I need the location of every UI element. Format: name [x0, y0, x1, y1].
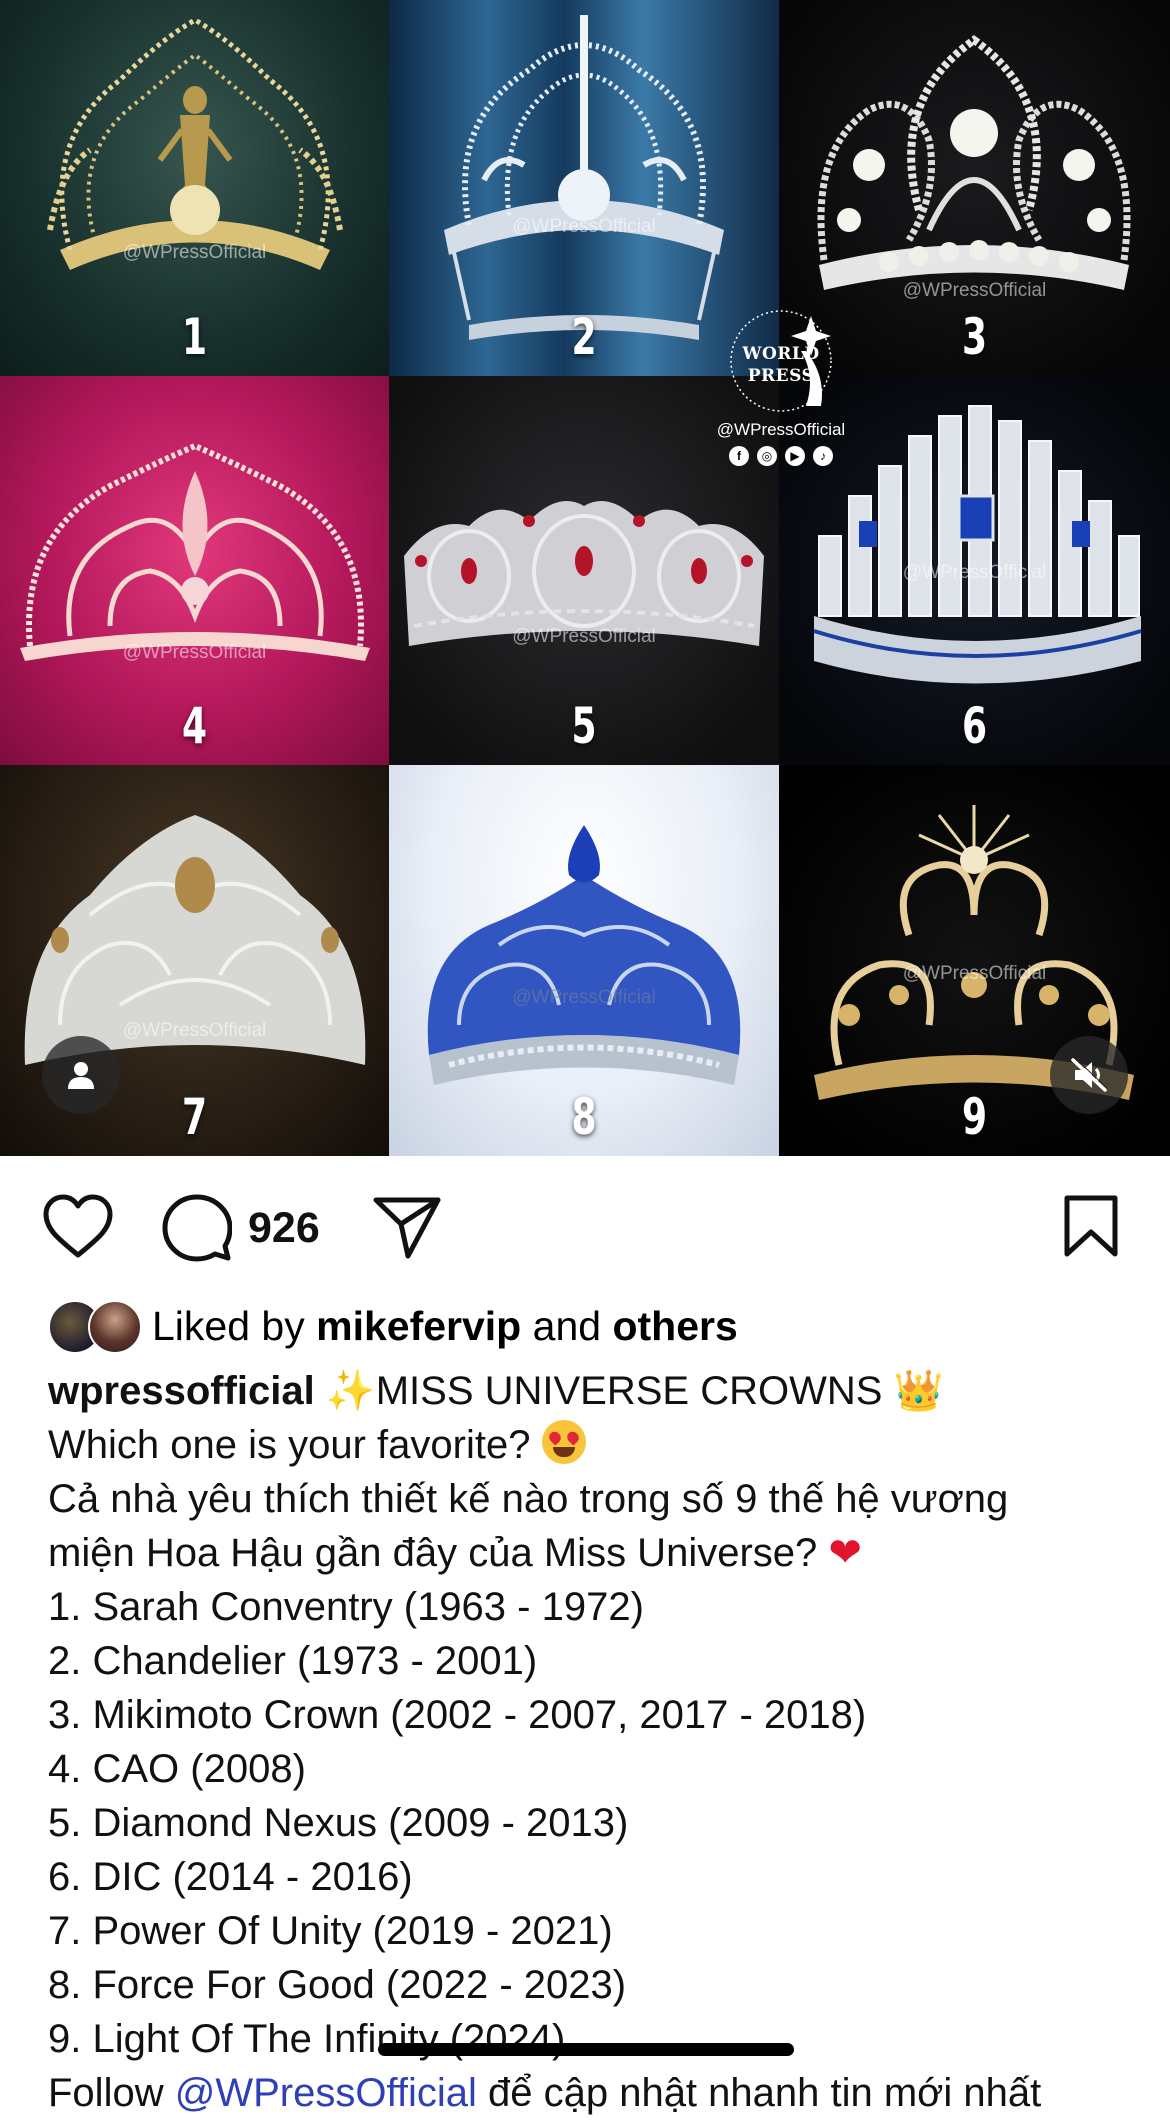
liker-avatars: [48, 1300, 144, 1354]
liked-by-prefix: Liked by: [152, 1302, 305, 1349]
speaker-muted-icon: [1071, 1057, 1108, 1092]
like-button[interactable]: [42, 1194, 114, 1260]
crown-number-label: 6: [961, 697, 988, 755]
world-press-logo: WORLD PRESS @WPressOfficial f ◎ ▶ ♪: [708, 306, 854, 476]
liked-by-joiner: and: [532, 1302, 602, 1349]
crown-image-8: @WPressOfficial 8: [389, 765, 779, 1156]
logo-emblem: WORLD PRESS: [726, 306, 836, 416]
crown-number-label: 8: [571, 1088, 597, 1146]
home-indicator[interactable]: [378, 2043, 794, 2056]
avatar: [88, 1300, 142, 1354]
crown-emoji: 👑: [893, 1368, 944, 1414]
crown-number-label: 4: [181, 697, 208, 755]
crown-number-label: 5: [571, 697, 597, 755]
liked-by-user-link[interactable]: mikefervip: [316, 1303, 521, 1350]
heart-eyes-emoji-icon: [541, 1420, 586, 1464]
crown-image-4: @WPressOfficial 4: [0, 376, 389, 765]
watermark: @WPressOfficial: [512, 216, 656, 237]
caption-question-vi-1: Cả nhà yêu thích thiết kế nào trong số 9…: [48, 1477, 1009, 1521]
crown-list-item: 3. Mikimoto Crown (2002 - 2007, 2017 - 2…: [48, 1693, 867, 1737]
watermark: @WPressOfficial: [122, 242, 267, 263]
crown-number-label: 2: [571, 308, 597, 366]
mention-link[interactable]: @WPressOfficial: [175, 2071, 477, 2115]
watermark: @WPressOfficial: [902, 562, 1047, 583]
logo-social-icons: f ◎ ▶ ♪: [708, 446, 854, 466]
comment-button[interactable]: 926: [162, 1194, 320, 1262]
crown-list-item: 6. DIC (2014 - 2016): [48, 1855, 413, 1899]
watermark: @WPressOfficial: [122, 1020, 267, 1041]
crown-list-item: 2. Chandelier (1973 - 2001): [48, 1639, 538, 1683]
caption-question-vi-text: miện Hoa Hậu gần đây của Miss Universe?: [48, 1531, 818, 1575]
mute-audio-button[interactable]: [1050, 1036, 1128, 1114]
post-action-bar: 926: [0, 1156, 1170, 1304]
caption-title: MISS UNIVERSE CROWNS: [375, 1369, 883, 1413]
comment-count: 926: [248, 1203, 320, 1252]
caption-follow-line: Follow @WPressOfficial để cập nhật nhanh…: [48, 2066, 1138, 2120]
watermark: @WPressOfficial: [122, 642, 267, 663]
watermark: @WPressOfficial: [902, 280, 1047, 301]
crown-list-item: 7. Power Of Unity (2019 - 2021): [48, 1909, 613, 1953]
follow-prefix: Follow: [48, 2071, 164, 2115]
bookmark-icon: [1064, 1195, 1118, 1257]
caption-question-text: Which one is your favorite?: [48, 1423, 531, 1467]
crown-list-item: 8. Force For Good (2022 - 2023): [48, 1963, 627, 2007]
red-heart-emoji: ❤: [828, 1530, 862, 1576]
liked-by-row[interactable]: Liked by mikefervip and others: [48, 1300, 738, 1354]
sparkles-emoji: ✨: [325, 1368, 376, 1414]
facebook-icon: f: [729, 446, 749, 466]
person-icon: [68, 1062, 94, 1089]
post-caption: wpressofficial ✨MISS UNIVERSE CROWNS 👑 W…: [48, 1364, 1138, 2120]
crown-list-item: 4. CAO (2008): [48, 1747, 306, 1791]
watermark: @WPressOfficial: [902, 963, 1047, 984]
save-button[interactable]: [1062, 1194, 1120, 1258]
crown-number-label: 3: [961, 308, 988, 366]
share-button[interactable]: [372, 1194, 442, 1260]
crown-list-item: 5. Diamond Nexus (2009 - 2013): [48, 1801, 629, 1845]
caption-title-line: wpressofficial ✨MISS UNIVERSE CROWNS 👑: [48, 1364, 1138, 1418]
crown-image-1: @WPressOfficial 1: [0, 0, 389, 376]
post-image-carousel[interactable]: @WPressOfficial 1 @WPressOfficial 2 @WPr…: [0, 0, 1170, 1156]
watermark: @WPressOfficial: [512, 987, 656, 1008]
liked-by-others-link[interactable]: others: [612, 1303, 737, 1350]
crown-list-item: 9. Light Of The Infinity (2024): [48, 2017, 566, 2061]
caption-question-en: Which one is your favorite?: [48, 1418, 1138, 1472]
share-icon: [373, 1197, 441, 1259]
logo-line-1: WORLD: [742, 344, 820, 364]
tiktok-icon: ♪: [813, 446, 833, 466]
youtube-icon: ▶: [785, 446, 805, 466]
follow-suffix: để cập nhật nhanh tin mới nhất: [487, 2071, 1042, 2115]
comment-icon: [162, 1194, 232, 1262]
caption-question-vi-2: miện Hoa Hậu gần đây của Miss Universe? …: [48, 1526, 1138, 1580]
logo-handle: @WPressOfficial: [716, 420, 846, 439]
caption-username-link[interactable]: wpressofficial: [48, 1369, 315, 1413]
instagram-icon: ◎: [757, 446, 777, 466]
heart-icon: [43, 1194, 113, 1258]
tagged-users-button[interactable]: [42, 1036, 120, 1114]
crown-number-label: 1: [181, 308, 208, 366]
logo-line-2: PRESS: [747, 366, 815, 386]
watermark: @WPressOfficial: [512, 626, 656, 647]
crown-list-item: 1. Sarah Conventry (1963 - 1972): [48, 1585, 644, 1629]
